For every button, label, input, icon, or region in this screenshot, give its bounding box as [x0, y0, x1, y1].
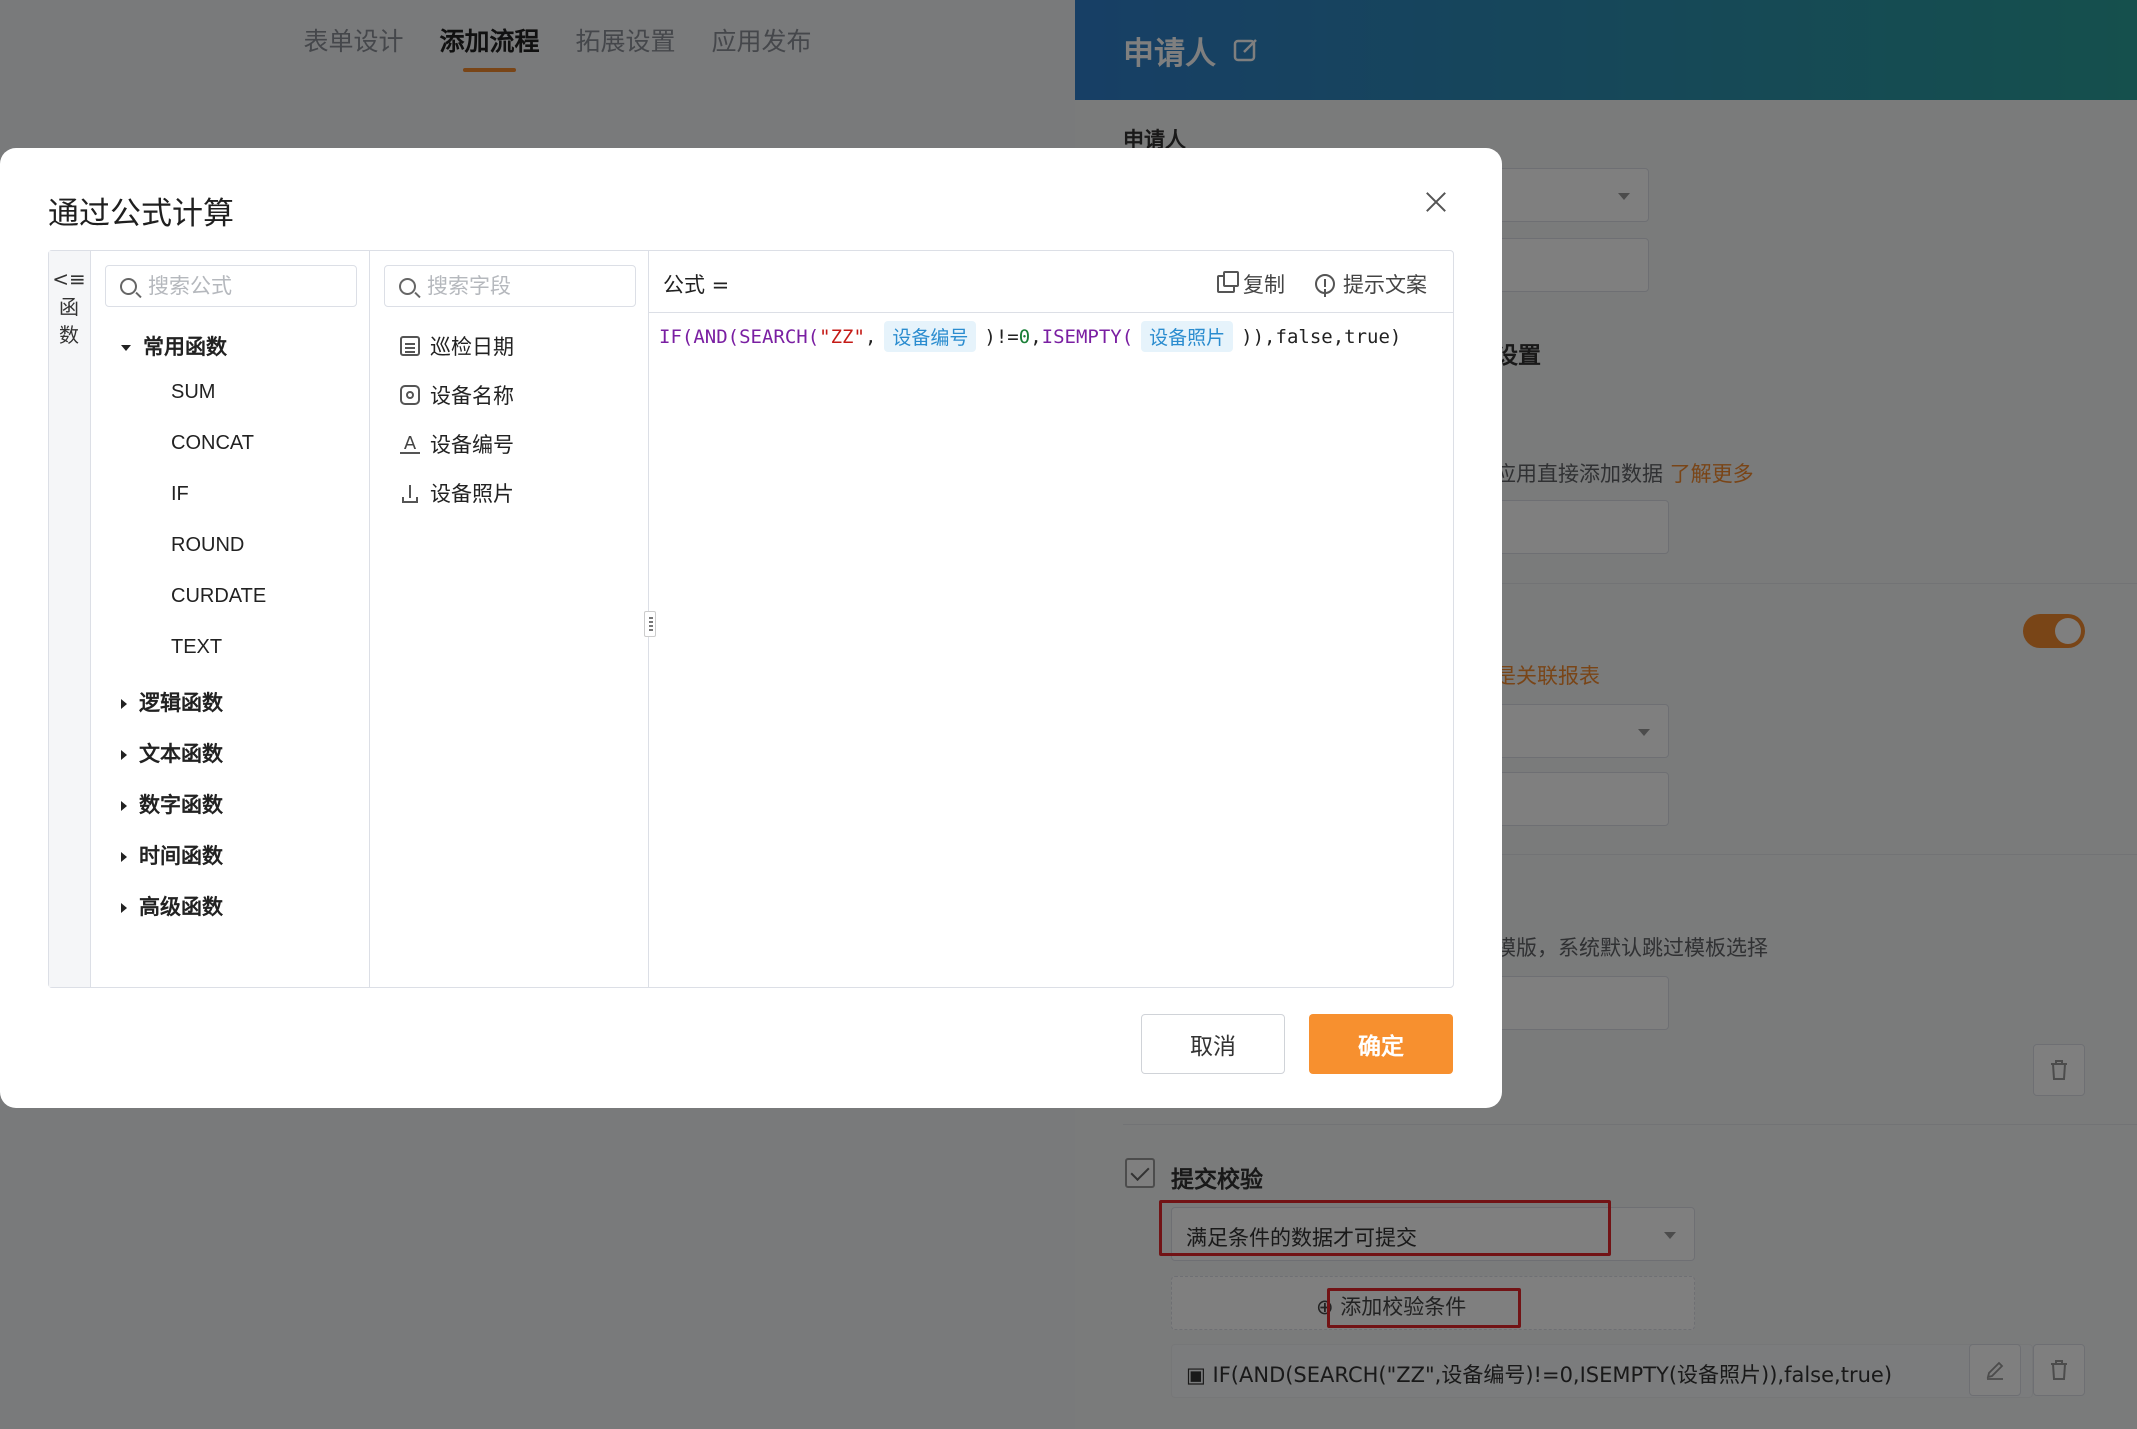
formula-input[interactable]: IF(AND(SEARCH("ZZ", 设备编号)!= 0, ISEMPTY(设备照片…	[659, 321, 1401, 352]
search-icon	[120, 278, 137, 295]
field-item[interactable]: 设备照片	[400, 478, 514, 508]
caret-right-icon	[121, 699, 127, 709]
token-function: SEARCH(	[739, 325, 820, 348]
hint-button[interactable]: 提示文案	[1315, 269, 1427, 299]
group-common-functions[interactable]: 常用函数	[121, 331, 227, 361]
caret-down-icon	[121, 345, 131, 351]
dialog-title: 通过公式计算	[48, 196, 234, 232]
function-item[interactable]: TEXT	[171, 636, 222, 659]
copy-button[interactable]: 复制	[1217, 269, 1285, 299]
function-item[interactable]: CONCAT	[171, 432, 254, 455]
collapse-function-panel[interactable]: <≡ 函 数	[49, 251, 91, 987]
field-chip[interactable]: 设备照片	[1141, 321, 1234, 352]
token-function: IF(	[659, 325, 694, 348]
calendar-icon	[400, 336, 420, 356]
function-item[interactable]: IF	[171, 483, 189, 506]
field-item[interactable]: A 设备编号	[400, 429, 514, 459]
field-chip[interactable]: 设备编号	[884, 321, 977, 352]
field-item[interactable]: 巡检日期	[400, 331, 514, 361]
search-icon	[399, 278, 416, 295]
at-icon	[400, 385, 420, 405]
group-text-functions[interactable]: 文本函数	[121, 738, 223, 768]
formula-toolbar: 公式 = 复制 提示文案	[649, 251, 1453, 313]
token-function: ISEMPTY(	[1041, 325, 1134, 348]
confirm-button[interactable]: 确定	[1309, 1014, 1453, 1074]
collapse-label-1: 函	[59, 295, 79, 319]
token-punct: )),	[1241, 325, 1276, 348]
token-string: "ZZ"	[819, 325, 865, 348]
group-logic-functions[interactable]: 逻辑函数	[121, 687, 223, 717]
caret-right-icon	[121, 750, 127, 760]
group-time-functions[interactable]: 时间函数	[121, 840, 223, 870]
close-icon[interactable]	[1418, 184, 1454, 220]
text-icon: A	[400, 434, 420, 454]
function-search[interactable]	[105, 265, 357, 307]
formula-panel: 公式 = 复制 提示文案 IF(AND(SEARCH("ZZ", 设备编号 )!= 0…	[644, 251, 1453, 987]
function-item[interactable]: CURDATE	[171, 585, 266, 608]
collapse-label-2: 数	[59, 323, 79, 347]
formula-dialog: 通过公式计算 <≡ 函 数 常用函数 SUM CONCAT IF ROUND C…	[0, 148, 1502, 1108]
formula-editor: <≡ 函 数 常用函数 SUM CONCAT IF ROUND CURDATE …	[48, 250, 1454, 988]
token-punct: ,	[864, 325, 877, 348]
token-function: AND(	[693, 325, 740, 348]
token-punct: )!=	[984, 325, 1019, 348]
caret-right-icon	[121, 903, 127, 913]
group-number-functions[interactable]: 数字函数	[121, 789, 223, 819]
resize-handle[interactable]	[644, 611, 656, 637]
copy-icon	[1217, 271, 1239, 293]
upload-icon	[400, 483, 420, 503]
caret-right-icon	[121, 852, 127, 862]
field-panel: 巡检日期 设备名称 A设备编号 设备照片	[370, 251, 649, 987]
cancel-button[interactable]: 取消	[1141, 1014, 1285, 1074]
function-search-input[interactable]	[148, 266, 348, 306]
function-panel: 常用函数 SUM CONCAT IF ROUND CURDATE TEXT 逻辑…	[91, 251, 370, 987]
caret-right-icon	[121, 801, 127, 811]
collapse-icon: <≡	[52, 267, 86, 291]
field-search[interactable]	[384, 265, 636, 307]
field-item[interactable]: 设备名称	[400, 380, 514, 410]
formula-label: 公式 =	[663, 273, 730, 297]
function-item[interactable]: ROUND	[171, 534, 244, 557]
function-item[interactable]: SUM	[171, 381, 215, 404]
token-literal: false,true)	[1275, 325, 1402, 348]
info-icon	[1315, 274, 1335, 294]
token-number: 0	[1018, 325, 1031, 348]
field-search-input[interactable]	[427, 266, 627, 306]
token-punct: ,	[1030, 325, 1042, 348]
group-advanced-functions[interactable]: 高级函数	[121, 891, 223, 921]
